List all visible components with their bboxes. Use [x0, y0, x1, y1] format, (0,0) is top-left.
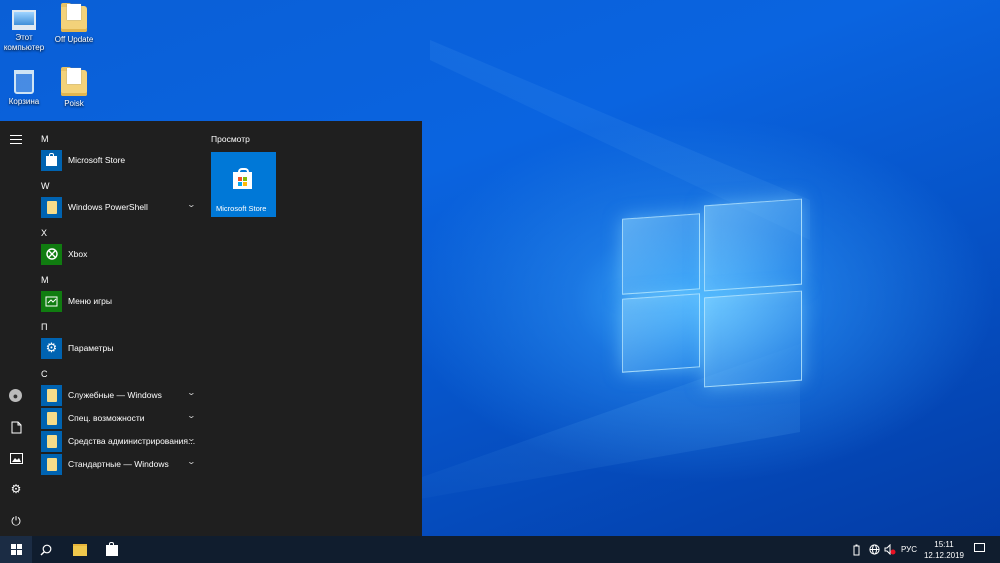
- search-icon: [40, 544, 52, 555]
- settings-icon: ⚙: [41, 337, 62, 359]
- desktop-icon-label: Off Update: [54, 35, 94, 44]
- app-game-bar[interactable]: Меню игры: [41, 290, 201, 312]
- power-icon[interactable]: ⏻: [8, 513, 24, 529]
- file-explorer-icon: [73, 543, 87, 556]
- user-icon[interactable]: ●: [9, 389, 22, 402]
- desktop-icon-recycle-bin[interactable]: Корзина: [0, 70, 52, 107]
- folder-icon: [41, 453, 62, 475]
- app-label: Меню игры: [68, 296, 113, 306]
- desktop-icon-this-pc[interactable]: Этот компьютер: [0, 6, 52, 53]
- start-icon: [10, 544, 22, 555]
- recycle-bin-icon: [14, 70, 34, 94]
- app-label: Стандартные — Windows: [68, 459, 169, 469]
- start-menu: ● ⚙ ⏻ M Microsoft Store W Windows PowerS…: [0, 121, 422, 536]
- app-folder-accessories[interactable]: Стандартные — Windows ⌄: [41, 453, 201, 475]
- store-icon: [41, 149, 62, 171]
- letter-header[interactable]: М: [41, 275, 49, 285]
- folder-icon: [41, 430, 62, 452]
- desktop-icon-label: Корзина: [8, 97, 40, 106]
- store-icon: [106, 542, 118, 556]
- language-indicator[interactable]: РУС: [901, 536, 917, 563]
- tile-microsoft-store[interactable]: Microsoft Store: [211, 152, 276, 217]
- search-button[interactable]: [32, 536, 60, 563]
- tiles-section-title[interactable]: Просмотр: [211, 134, 250, 144]
- taskbar: РУС 15:11 12.12.2019: [0, 536, 1000, 563]
- app-microsoft-store[interactable]: Microsoft Store: [41, 149, 201, 171]
- clock[interactable]: 15:11 12.12.2019: [920, 539, 968, 561]
- notification-icon[interactable]: [974, 543, 985, 552]
- network-icon[interactable]: [869, 536, 880, 563]
- app-label: Служебные — Windows: [68, 390, 162, 400]
- start-button[interactable]: [0, 536, 32, 563]
- folder-icon: [41, 407, 62, 429]
- letter-header[interactable]: M: [41, 134, 49, 144]
- app-label: Xbox: [68, 249, 88, 259]
- tile-label: Microsoft Store: [216, 204, 267, 213]
- folder-icon: [41, 196, 62, 218]
- app-label: Средства администрирования...: [68, 436, 196, 446]
- app-label: Microsoft Store: [68, 155, 126, 165]
- app-label: Спец. возможности: [68, 413, 145, 423]
- letter-header[interactable]: W: [41, 181, 50, 191]
- game-bar-icon: [41, 290, 62, 312]
- xbox-icon: [41, 243, 62, 265]
- chevron-down-icon[interactable]: ⌄: [187, 457, 196, 466]
- computer-icon: [12, 10, 36, 30]
- letter-header[interactable]: П: [41, 322, 47, 332]
- app-windows-powershell[interactable]: Windows PowerShell ⌄: [41, 196, 201, 218]
- file-explorer-button[interactable]: [68, 536, 92, 563]
- store-icon: [233, 168, 252, 189]
- battery-icon[interactable]: [853, 536, 860, 563]
- clock-date: 12.12.2019: [923, 551, 965, 560]
- clock-time: 15:11: [934, 540, 954, 549]
- settings-icon[interactable]: ⚙: [8, 481, 24, 497]
- folder-icon: [61, 67, 87, 96]
- app-folder-accessibility[interactable]: Спец. возможности ⌄: [41, 407, 201, 429]
- folder-icon: [41, 384, 62, 406]
- wallpaper-windows-logo: [620, 198, 802, 388]
- desktop-icon-label: Этот компьютер: [3, 33, 45, 52]
- letter-header[interactable]: С: [41, 369, 48, 379]
- chevron-down-icon[interactable]: ⌄: [187, 434, 196, 443]
- start-rail: ● ⚙ ⏻: [0, 121, 32, 536]
- app-settings[interactable]: ⚙ Параметры: [41, 337, 201, 359]
- desktop-icon-poisk[interactable]: Poisk: [46, 67, 102, 109]
- menu-icon[interactable]: [8, 131, 24, 147]
- chevron-down-icon[interactable]: ⌄: [187, 411, 196, 420]
- app-label: Windows PowerShell: [68, 202, 148, 212]
- pictures-icon[interactable]: [8, 450, 24, 466]
- desktop-icon-off-update[interactable]: Off Update: [46, 3, 102, 45]
- chevron-down-icon[interactable]: ⌄: [187, 388, 196, 397]
- app-folder-system-tools[interactable]: Служебные — Windows ⌄: [41, 384, 201, 406]
- app-label: Параметры: [68, 343, 114, 353]
- app-folder-admin-tools[interactable]: Средства администрирования... ⌄: [41, 430, 201, 452]
- volume-muted-icon[interactable]: [884, 536, 896, 563]
- desktop-icon-label: Poisk: [64, 99, 84, 108]
- chevron-down-icon[interactable]: ⌄: [187, 200, 196, 209]
- documents-icon[interactable]: [8, 419, 24, 435]
- letter-header[interactable]: X: [41, 228, 47, 238]
- app-xbox[interactable]: Xbox: [41, 243, 201, 265]
- store-button[interactable]: [100, 536, 124, 563]
- folder-icon: [61, 3, 87, 32]
